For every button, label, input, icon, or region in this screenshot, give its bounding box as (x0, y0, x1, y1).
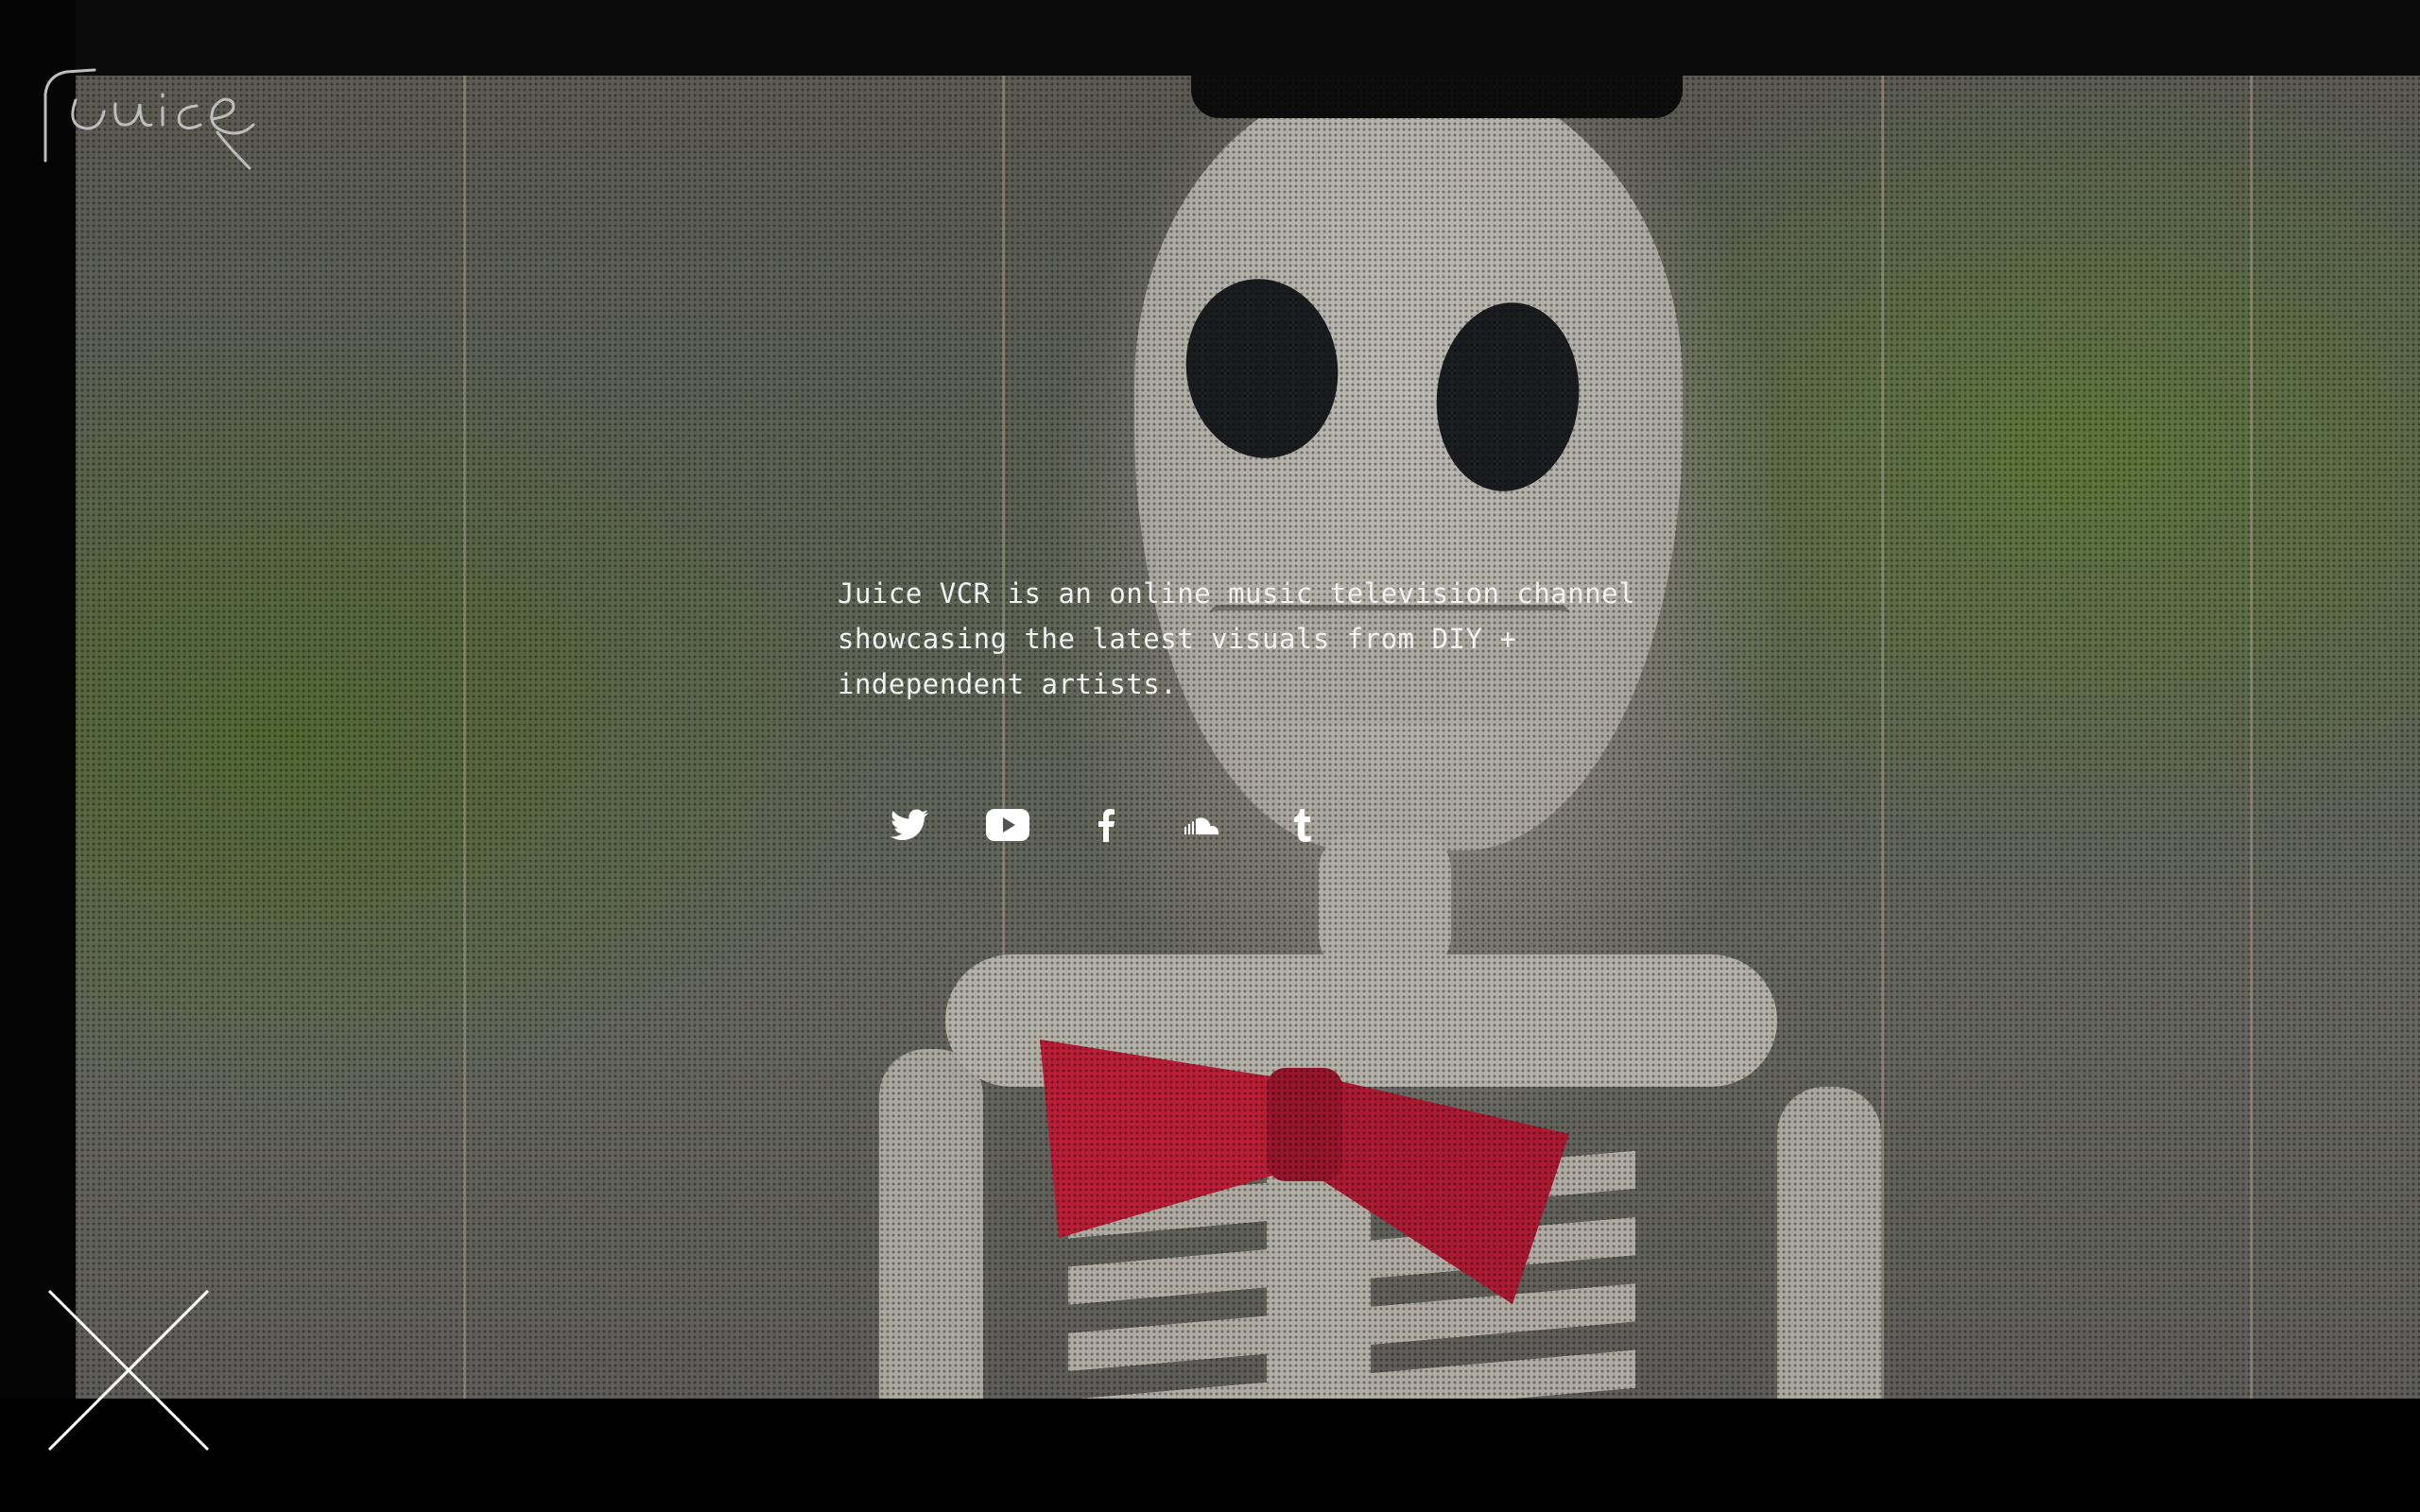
about-text: Juice VCR is an online music television … (838, 571, 1688, 707)
background-video (0, 76, 2420, 1436)
bottom-bar (0, 1399, 2420, 1512)
about-line: independent artists. (838, 668, 1178, 700)
youtube-link[interactable] (959, 799, 1057, 851)
tumblr-link[interactable] (1253, 799, 1352, 851)
halftone-overlay (0, 76, 2420, 1436)
top-bar (0, 0, 2420, 76)
close-icon[interactable] (47, 1289, 210, 1452)
youtube-icon (986, 809, 1029, 841)
soundcloud-icon (1184, 817, 1219, 834)
tumblr-icon (1294, 809, 1311, 842)
facebook-link[interactable] (1057, 799, 1155, 851)
about-line: Juice VCR is an online music television … (838, 577, 1636, 610)
about-line: showcasing the latest visuals from DIY + (838, 623, 1517, 655)
left-strip (0, 0, 76, 1436)
juice-logo[interactable] (38, 66, 265, 180)
facebook-icon (1098, 809, 1115, 842)
twitter-link[interactable] (860, 799, 959, 851)
social-links (860, 799, 1352, 851)
soundcloud-link[interactable] (1155, 799, 1253, 851)
twitter-icon (890, 809, 928, 840)
